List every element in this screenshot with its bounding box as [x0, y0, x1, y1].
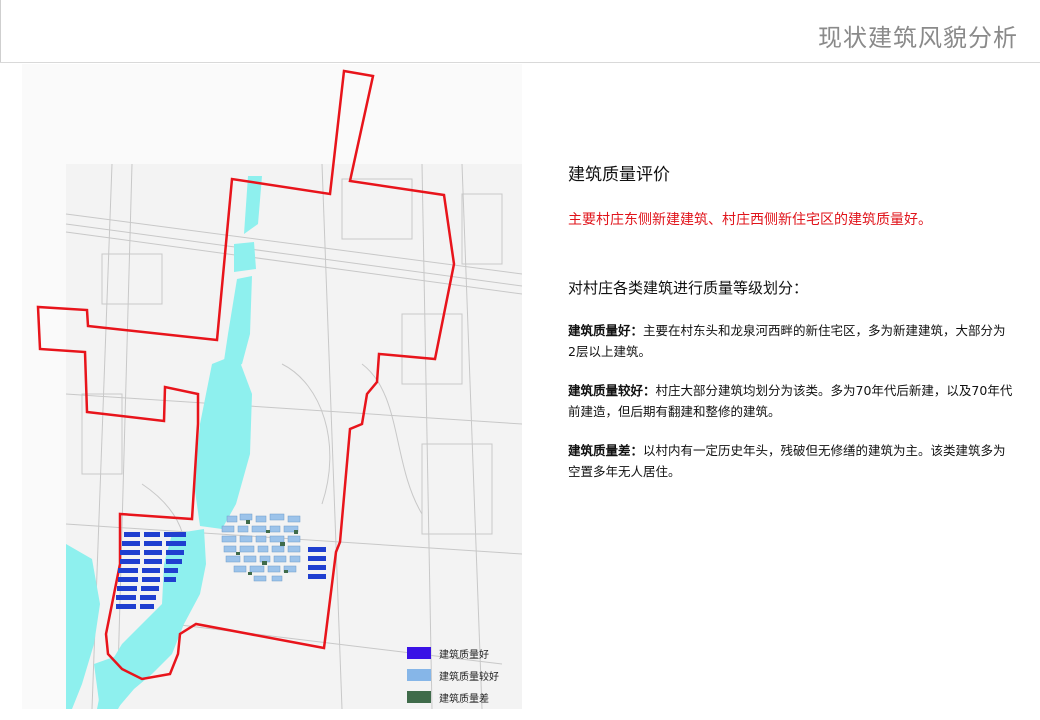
- highlight-summary: 主要村庄东侧新建建筑、村庄西侧新住宅区的建筑质量好。: [568, 212, 932, 228]
- section-heading: 建筑质量评价: [568, 165, 670, 185]
- legend-swatch-poor: [407, 691, 431, 703]
- legend-item: 建筑质量好: [407, 642, 499, 664]
- page-title: 现状建筑风貌分析: [818, 24, 1018, 52]
- legend-label: 建筑质量差: [439, 693, 489, 705]
- site-map-drawing: [36, 69, 522, 709]
- quality-fair-paragraph: 建筑质量较好：村庄大部分建筑均划分为该类。多为70年代后新建，以及70年代前建造…: [568, 380, 1013, 422]
- site-map: 建筑质量好 建筑质量较好 建筑质量差: [22, 64, 522, 709]
- quality-good-paragraph: 建筑质量好：主要在村东头和龙泉河西畔的新住宅区，多为新建建筑，大部分为2层以上建…: [568, 320, 1013, 362]
- legend-item: 建筑质量差: [407, 686, 499, 708]
- legend-label: 建筑质量较好: [439, 671, 499, 683]
- legend-swatch-good: [407, 647, 431, 659]
- legend-item: 建筑质量较好: [407, 664, 499, 686]
- base-map: [66, 164, 522, 709]
- quality-fair-term: 建筑质量较好：: [568, 383, 656, 398]
- quality-poor-term: 建筑质量差：: [568, 443, 644, 458]
- legend-swatch-fair: [407, 669, 431, 681]
- header-divider: [0, 0, 1, 62]
- map-legend: 建筑质量好 建筑质量较好 建筑质量差: [407, 642, 499, 708]
- legend-label: 建筑质量好: [439, 649, 489, 661]
- analysis-text: 建筑质量评价 主要村庄东侧新建建筑、村庄西侧新住宅区的建筑质量好。 对村庄各类建…: [568, 160, 1018, 482]
- quality-good-term: 建筑质量好：: [568, 323, 644, 338]
- quality-poor-paragraph: 建筑质量差：以村内有一定历史年头，残破但无修缮的建筑为主。该类建筑多为空置多年无…: [568, 440, 1013, 482]
- classification-heading: 对村庄各类建筑进行质量等级划分：: [568, 279, 809, 297]
